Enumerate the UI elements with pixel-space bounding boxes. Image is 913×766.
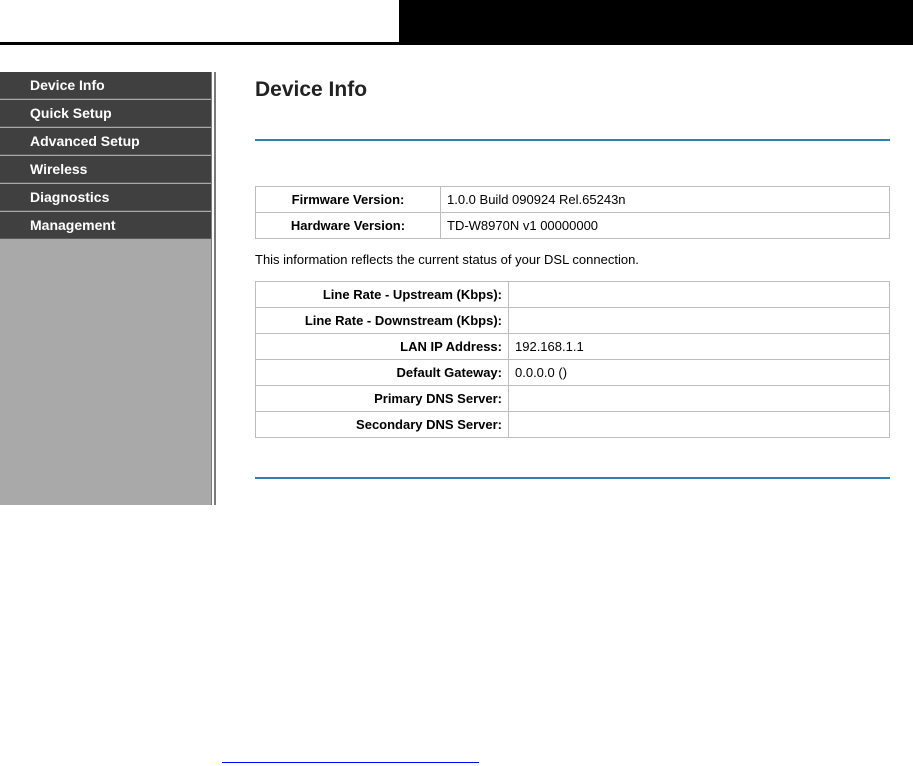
table-row: Line Rate - Upstream (Kbps): [255, 281, 890, 308]
version-table: Firmware Version: 1.0.0 Build 090924 Rel… [255, 186, 890, 239]
firmware-version-label: Firmware Version: [255, 186, 441, 213]
table-row: Primary DNS Server: [255, 385, 890, 412]
lan-ip-label: LAN IP Address: [255, 333, 509, 360]
downstream-rate-value [508, 307, 890, 334]
status-note: This information reflects the current st… [255, 252, 639, 267]
sidebar-item-device-info[interactable]: Device Info [0, 72, 211, 99]
sidebar-item-quick-setup[interactable]: Quick Setup [0, 100, 211, 127]
table-row: Hardware Version: TD-W8970N v1 00000000 [255, 212, 890, 239]
primary-dns-label: Primary DNS Server: [255, 385, 509, 412]
sidebar-item-diagnostics[interactable]: Diagnostics [0, 184, 211, 211]
hardware-version-value: TD-W8970N v1 00000000 [440, 212, 890, 239]
sidebar-nav: Device Info Quick Setup Advanced Setup W… [0, 72, 211, 505]
table-row: Line Rate - Downstream (Kbps): [255, 307, 890, 334]
table-row: LAN IP Address: 192.168.1.1 [255, 333, 890, 360]
default-gateway-value: 0.0.0.0 () [508, 359, 890, 386]
footer-divider [255, 477, 890, 479]
document-header-rule [0, 42, 913, 45]
main-content: Device Info Firmware Version: 1.0.0 Buil… [217, 72, 913, 505]
upstream-rate-value [508, 281, 890, 308]
sidebar-item-management[interactable]: Management [0, 212, 211, 239]
page-title: Device Info [255, 78, 368, 101]
hyperlink-underline[interactable] [222, 762, 479, 763]
table-row: Default Gateway: 0.0.0.0 () [255, 359, 890, 386]
secondary-dns-label: Secondary DNS Server: [255, 411, 509, 438]
downstream-rate-label: Line Rate - Downstream (Kbps): [255, 307, 509, 334]
table-row: Firmware Version: 1.0.0 Build 090924 Rel… [255, 186, 890, 213]
connection-status-table: Line Rate - Upstream (Kbps): Line Rate -… [255, 281, 890, 438]
hardware-version-label: Hardware Version: [255, 212, 441, 239]
title-divider [255, 139, 890, 141]
sidebar-divider[interactable] [211, 72, 216, 505]
lan-ip-value: 192.168.1.1 [508, 333, 890, 360]
document-header-bar [399, 0, 913, 42]
primary-dns-value [508, 385, 890, 412]
sidebar-item-advanced-setup[interactable]: Advanced Setup [0, 128, 211, 155]
table-row: Secondary DNS Server: [255, 411, 890, 438]
default-gateway-label: Default Gateway: [255, 359, 509, 386]
upstream-rate-label: Line Rate - Upstream (Kbps): [255, 281, 509, 308]
router-web-ui: Device Info Quick Setup Advanced Setup W… [0, 72, 913, 505]
sidebar-item-wireless[interactable]: Wireless [0, 156, 211, 183]
firmware-version-value: 1.0.0 Build 090924 Rel.65243n [440, 186, 890, 213]
secondary-dns-value [508, 411, 890, 438]
